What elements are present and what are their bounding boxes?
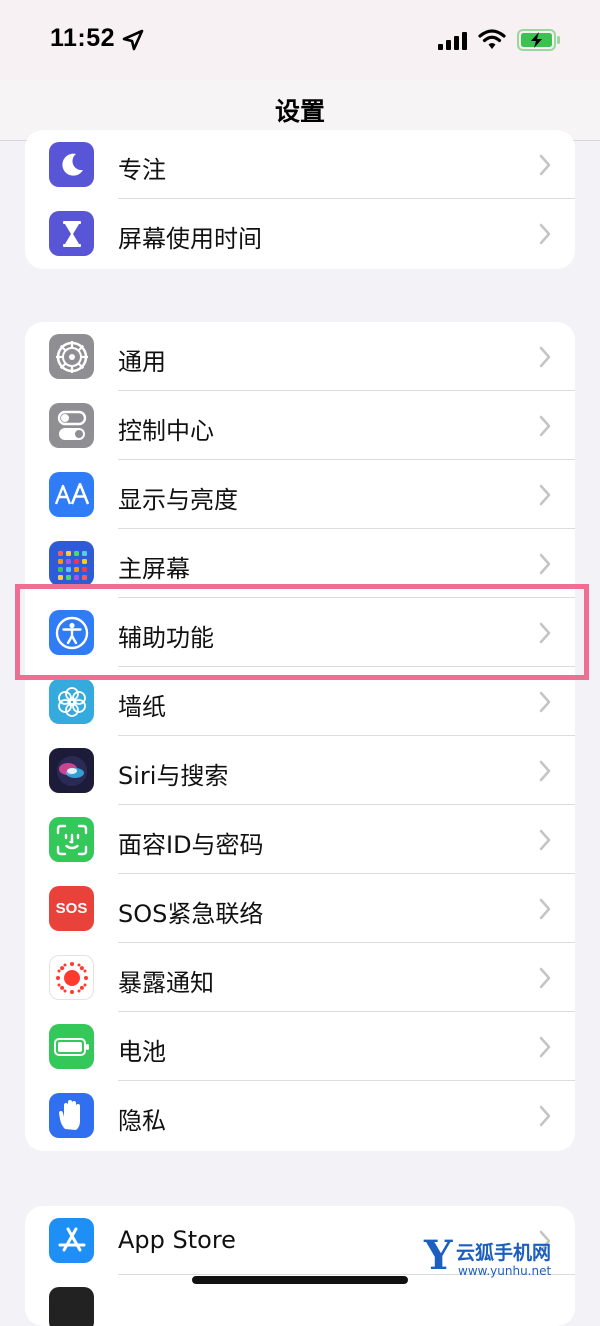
settings-row-siri[interactable]: Siri与搜索	[25, 736, 575, 805]
settings-row-label: 暴露通知	[118, 969, 214, 997]
gear-icon	[49, 334, 94, 379]
exposure-icon	[49, 955, 94, 1000]
settings-row-face-id[interactable]: 面容ID与密码	[25, 805, 575, 874]
chevron-right-icon	[539, 1036, 551, 1058]
settings-row-label: 墙纸	[118, 693, 166, 721]
chevron-right-icon	[539, 415, 551, 437]
chevron-right-icon	[539, 346, 551, 368]
page-title: 设置	[274, 97, 325, 126]
settings-row-label: Siri与搜索	[118, 762, 229, 790]
settings-row-label: 隐私	[118, 1107, 166, 1135]
watermark-name: 云狐手机网	[456, 1242, 552, 1264]
chevron-right-icon	[539, 154, 551, 176]
settings-row-exposure[interactable]: 暴露通知	[25, 943, 575, 1012]
chevron-right-icon	[539, 622, 551, 644]
settings-row-label: 电池	[118, 1038, 166, 1066]
sos-icon: SOS	[49, 886, 94, 931]
settings-row-label: 专注	[118, 156, 166, 184]
settings-row-label: 控制中心	[118, 417, 214, 445]
display-aa-icon	[49, 472, 94, 517]
settings-row-label: 显示与亮度	[118, 486, 238, 514]
status-time: 11:52	[50, 24, 116, 52]
settings-row-sos[interactable]: SOS SOS紧急联络	[25, 874, 575, 943]
settings-row-display[interactable]: 显示与亮度	[25, 460, 575, 529]
settings-row-general[interactable]: 通用	[25, 322, 575, 391]
toggles-icon	[49, 403, 94, 448]
settings-row-label: 主屏幕	[118, 555, 190, 583]
settings-group-general: 通用 控制中心 显示与亮度 主屏幕 辅助功能 墙纸 Siri与搜索 面容ID与密…	[25, 322, 575, 1151]
settings-row-battery[interactable]: 电池	[25, 1012, 575, 1081]
watermark-url: www.yunhu.net	[458, 1264, 552, 1278]
settings-row-home-screen[interactable]: 主屏幕	[25, 529, 575, 598]
settings-row-control-center[interactable]: 控制中心	[25, 391, 575, 460]
hand-icon	[49, 1093, 94, 1138]
battery-icon	[49, 1024, 94, 1069]
settings-row-accessibility[interactable]: 辅助功能	[25, 598, 575, 667]
settings-row-label: 面容ID与密码	[118, 831, 264, 859]
location-arrow-icon	[122, 29, 144, 51]
chevron-right-icon	[539, 829, 551, 851]
settings-row-label: 辅助功能	[118, 624, 214, 652]
app-icon	[49, 1287, 94, 1326]
hourglass-icon	[49, 211, 94, 256]
settings-row-focus[interactable]: 专注	[25, 130, 575, 199]
home-screen-icon	[49, 541, 94, 586]
cellular-signal-icon	[438, 32, 467, 50]
faceid-icon	[49, 817, 94, 862]
watermark-logo: Y 云狐手机网 www.yunhu.net	[424, 1232, 594, 1282]
chevron-right-icon	[539, 691, 551, 713]
accessibility-icon	[49, 610, 94, 655]
app-store-icon	[49, 1218, 94, 1263]
status-bar: 11:52	[0, 0, 600, 80]
chevron-right-icon	[539, 553, 551, 575]
sos-icon-text: SOS	[55, 900, 88, 917]
chevron-right-icon	[539, 484, 551, 506]
settings-group-focus: 专注 屏幕使用时间	[25, 130, 575, 269]
settings-row-privacy[interactable]: 隐私	[25, 1081, 575, 1150]
chevron-right-icon	[539, 967, 551, 989]
home-indicator[interactable]	[192, 1276, 408, 1284]
wallpaper-flower-icon	[49, 679, 94, 724]
settings-row-label: 屏幕使用时间	[118, 225, 262, 253]
settings-row-screen-time[interactable]: 屏幕使用时间	[25, 199, 575, 268]
wifi-icon	[478, 29, 506, 49]
settings-row-wallpaper[interactable]: 墙纸	[25, 667, 575, 736]
settings-row-label: App Store	[118, 1226, 236, 1254]
siri-icon	[49, 748, 94, 793]
chevron-right-icon	[539, 898, 551, 920]
settings-row-label: SOS紧急联络	[118, 900, 264, 928]
watermark-letter: Y	[424, 1232, 453, 1279]
battery-charging-icon	[517, 29, 560, 51]
chevron-right-icon	[539, 223, 551, 245]
moon-icon	[49, 142, 94, 187]
chevron-right-icon	[539, 760, 551, 782]
settings-row-label: 通用	[118, 348, 166, 376]
chevron-right-icon	[539, 1105, 551, 1127]
